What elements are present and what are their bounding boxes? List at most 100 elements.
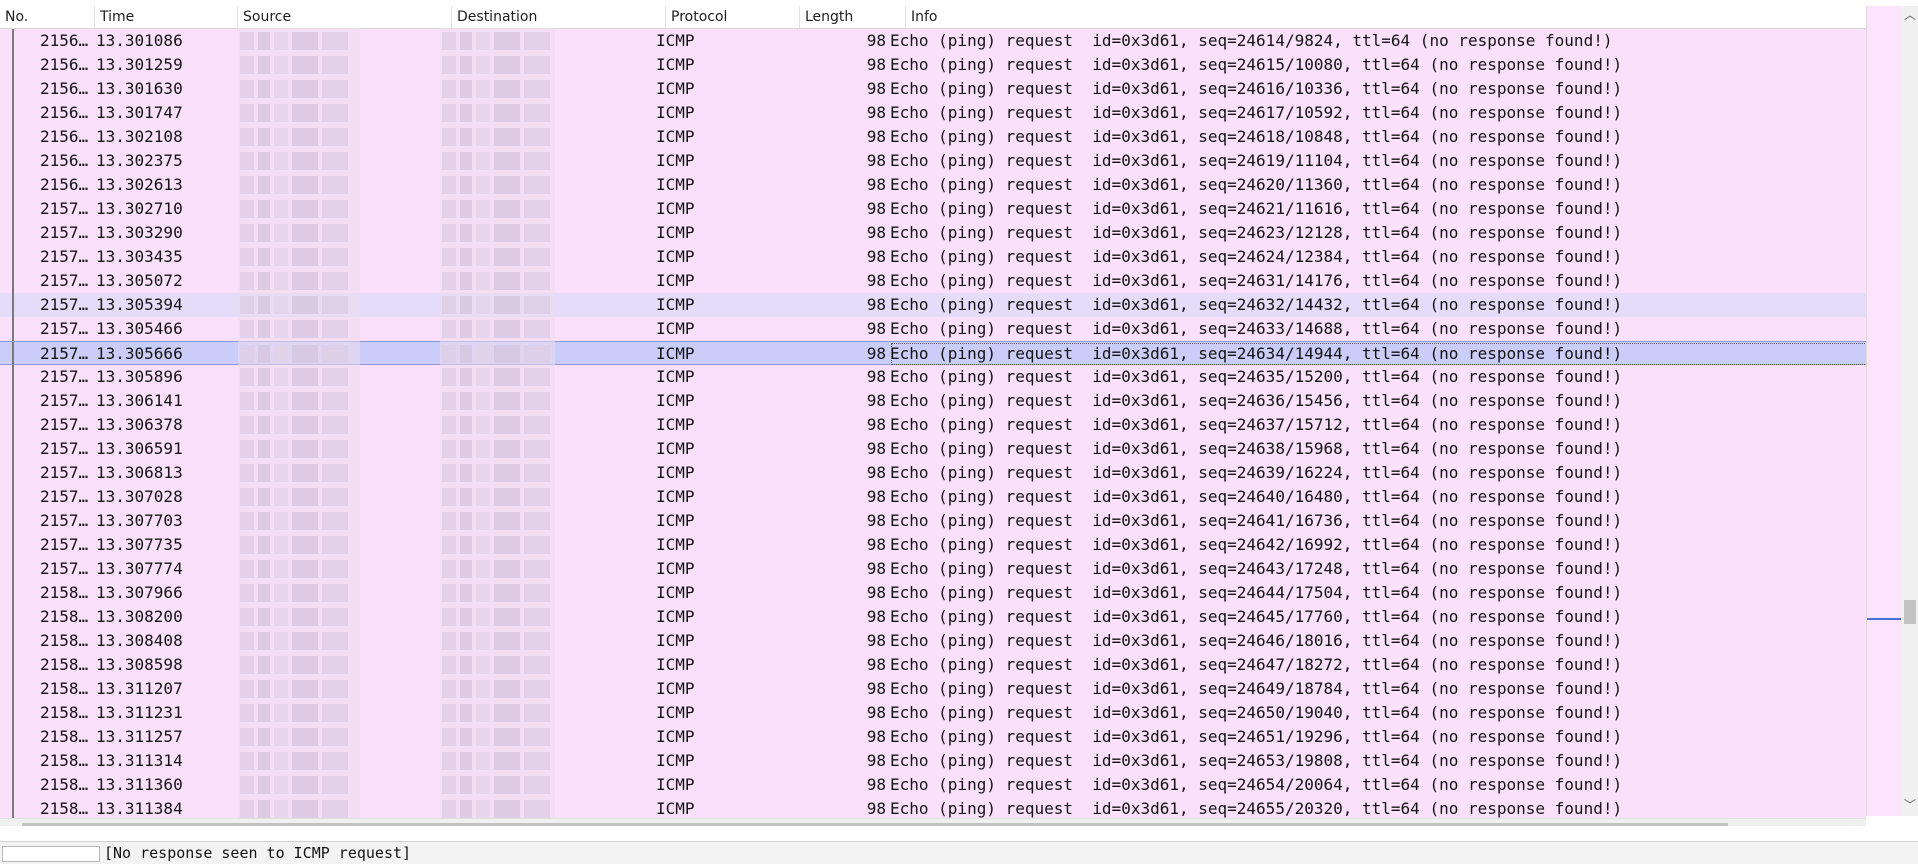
related-packet-line [12,342,14,366]
packet-protocol: ICMP [656,175,695,194]
packet-list[interactable]: No. Time Source Destination Protocol Len… [0,0,1918,826]
scroll-down-arrow-icon[interactable]: ﹀ [1901,798,1918,812]
packet-info: Echo (ping) request id=0x3d61, seq=24624… [890,247,1623,266]
packet-protocol: ICMP [656,223,695,242]
expert-info-indicator[interactable] [2,846,100,862]
packet-time: 13.306813 [96,463,183,482]
packet-number: 2157… [40,271,89,290]
horizontal-scrollbar[interactable]: < > [0,818,1866,826]
vertical-scrollbar[interactable]: ︿ ﹀ [1866,6,1918,816]
status-bar: [No response seen to ICMP request] [0,841,1918,864]
related-packet-line [12,149,14,173]
packet-info: Echo (ping) request id=0x3d61, seq=24621… [890,199,1623,218]
packet-length: 98 [866,247,886,266]
packet-protocol: ICMP [656,679,695,698]
packet-number: 2158… [40,799,89,818]
scroll-up-arrow-icon[interactable]: ︿ [1901,8,1918,22]
packet-time: 13.307028 [96,487,183,506]
packet-info: Echo (ping) request id=0x3d61, seq=24642… [890,535,1623,554]
packet-protocol: ICMP [656,127,695,146]
packet-info: Echo (ping) request id=0x3d61, seq=24637… [890,415,1623,434]
packet-time: 13.307703 [96,511,183,530]
packet-length: 98 [866,415,886,434]
packet-info: Echo (ping) request id=0x3d61, seq=24620… [890,175,1623,194]
related-packet-line [12,653,14,677]
column-header-info[interactable]: Info [906,6,1866,28]
packet-time: 13.305072 [96,271,183,290]
related-packet-line [12,197,14,221]
column-header-destination[interactable]: Destination [452,6,666,28]
packet-protocol: ICMP [656,559,695,578]
packet-info: Echo (ping) request id=0x3d61, seq=24632… [890,295,1623,314]
scroll-right-arrow-icon[interactable]: > [1846,822,1864,826]
minimap-position-marker [1867,618,1901,620]
packet-protocol: ICMP [656,79,695,98]
packet-length: 98 [866,367,886,386]
related-packet-line [12,221,14,245]
related-packet-line [12,437,14,461]
packet-length: 98 [866,223,886,242]
packet-time: 13.311257 [96,727,183,746]
packet-number: 2157… [40,487,89,506]
packet-length: 98 [866,391,886,410]
horizontal-scroll-thumb[interactable] [22,823,1728,826]
related-packet-line [12,413,14,437]
packet-time: 13.302108 [96,127,183,146]
column-header-protocol[interactable]: Protocol [666,6,800,28]
scroll-left-arrow-icon[interactable]: < [2,822,20,826]
related-packet-line [12,701,14,725]
packet-time: 13.306591 [96,439,183,458]
packet-number: 2157… [40,295,89,314]
packet-time: 13.301747 [96,103,183,122]
packet-info: Echo (ping) request id=0x3d61, seq=24647… [890,655,1623,674]
column-header-length[interactable]: Length [800,6,906,28]
packet-time: 13.307735 [96,535,183,554]
packet-protocol: ICMP [656,535,695,554]
packet-number: 2157… [40,199,89,218]
packet-info: Echo (ping) request id=0x3d61, seq=24633… [890,319,1623,338]
packet-info: Echo (ping) request id=0x3d61, seq=24644… [890,583,1623,602]
destination-redaction [440,28,555,818]
packet-protocol: ICMP [656,799,695,818]
packet-length: 98 [866,487,886,506]
packet-number: 2156… [40,175,89,194]
packet-protocol: ICMP [656,271,695,290]
packet-info: Echo (ping) request id=0x3d61, seq=24653… [890,751,1623,770]
packet-info: Echo (ping) request id=0x3d61, seq=24643… [890,559,1623,578]
packet-number: 2158… [40,631,89,650]
related-packet-line [12,125,14,149]
related-packet-line [12,797,14,818]
status-expert-info: [No response seen to ICMP request] [104,844,412,862]
packet-number: 2157… [40,223,89,242]
related-packet-line [12,173,14,197]
related-packet-line [12,317,14,341]
column-header-time[interactable]: Time [95,6,238,28]
vertical-scroll-thumb[interactable] [1904,600,1916,624]
packet-number: 2157… [40,367,89,386]
packet-info: Echo (ping) request id=0x3d61, seq=24639… [890,463,1623,482]
related-packet-line [12,53,14,77]
related-packet-line [12,245,14,269]
packet-info: Echo (ping) request id=0x3d61, seq=24618… [890,127,1623,146]
packet-number: 2156… [40,151,89,170]
packet-time: 13.305896 [96,367,183,386]
packet-time: 13.301259 [96,55,183,74]
related-packet-line [12,389,14,413]
packet-length: 98 [866,607,886,626]
column-header-no[interactable]: No. [0,6,95,28]
packet-protocol: ICMP [656,607,695,626]
packet-number: 2158… [40,607,89,626]
packet-number: 2158… [40,655,89,674]
packet-number: 2158… [40,727,89,746]
vertical-scroll-track[interactable]: ︿ ﹀ [1901,6,1918,816]
packet-info: Echo (ping) request id=0x3d61, seq=24650… [890,703,1623,722]
packet-time: 13.305394 [96,295,183,314]
packet-info: Echo (ping) request id=0x3d61, seq=24623… [890,223,1623,242]
packet-number: 2157… [40,463,89,482]
packet-number: 2156… [40,55,89,74]
column-header-source[interactable]: Source [238,6,452,28]
packet-protocol: ICMP [656,631,695,650]
related-packet-line [12,269,14,293]
packet-protocol: ICMP [656,151,695,170]
packet-minimap[interactable] [1867,6,1901,816]
